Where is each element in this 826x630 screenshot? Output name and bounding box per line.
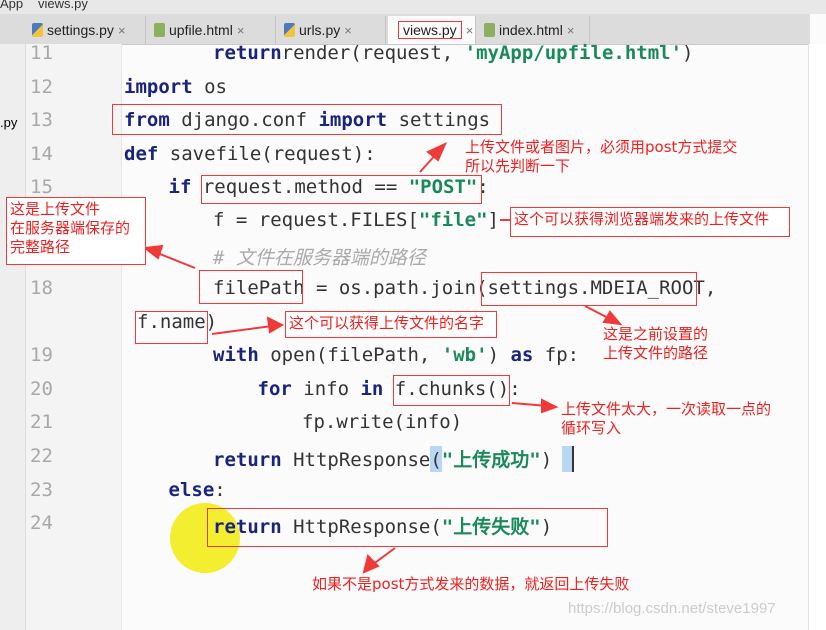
arrow-head	[362, 554, 380, 574]
arrow	[211, 325, 273, 335]
note-upload-check: 上传文件或者图片，必须用post方式提交 所以先判断一下	[465, 138, 738, 175]
note-chunks: 上传文件太大，一次读取一点的 循环写入	[561, 400, 772, 437]
note-media-root: 这是之前设置的 上传文件的路径	[603, 325, 709, 362]
note-full-path: 这是上传文件 在服务器端保存的 完整路径	[6, 197, 146, 265]
note-get-file: 这个可以获得浏览器端发来的上传文件	[510, 207, 790, 237]
arrow	[154, 251, 196, 269]
arrow-head	[426, 141, 447, 162]
arrow-head	[602, 310, 623, 326]
arrow-head	[142, 244, 164, 260]
watermark: https://blog.csdn.net/steve1997	[568, 600, 776, 617]
note-fail: 如果不是post方式发来的数据，就返回上传失败	[312, 575, 630, 593]
note-file-name: 这个可以获得上传文件的名字	[285, 311, 497, 338]
arrow-head	[541, 398, 559, 414]
arrow-head	[266, 316, 285, 334]
